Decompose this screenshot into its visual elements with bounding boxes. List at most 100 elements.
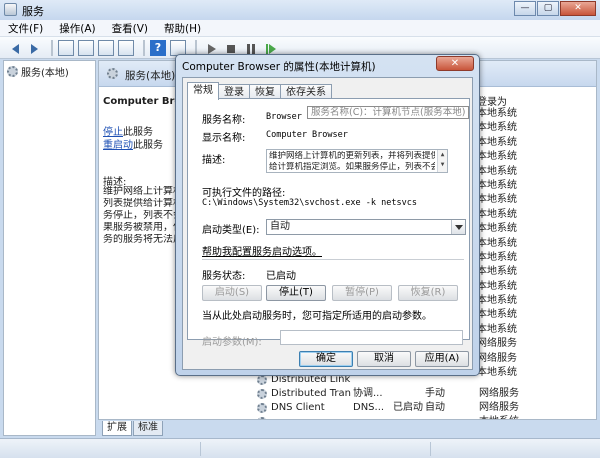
properties-icon[interactable]	[78, 39, 94, 56]
display-name-value: Computer Browser	[266, 130, 348, 140]
description-line: 给计算机指定浏览。如果服务停止，列表不会	[269, 162, 435, 172]
start-params-note: 当从此处启动服务时，您可指定所适用的启动参数。	[202, 311, 432, 322]
startup-type-select[interactable]: 自动	[266, 219, 466, 235]
toolbar-separator	[143, 39, 145, 56]
column-header-logon-as[interactable]: 登录为	[477, 93, 507, 108]
description-label: 描述:	[202, 155, 226, 166]
status-segment	[200, 442, 201, 456]
dialog-close-button[interactable]: ✕	[436, 56, 474, 71]
service-name-cell: DNS Client	[271, 402, 325, 413]
dialog-title: Computer Browser 的属性(本地计算机)	[182, 61, 376, 73]
service-name-cell: Distributed Tran...	[271, 388, 351, 399]
apply-button[interactable]: 应用(A)	[415, 351, 469, 367]
service-logon-cell: 网络服务	[479, 402, 519, 413]
status-segment	[430, 442, 431, 456]
description-line: 维护网络上计算机的更新列表，并将列表提供	[269, 151, 435, 161]
logon-as-cell: 本地系统	[477, 151, 517, 163]
tree-item-label: 服务(本地)	[21, 67, 69, 79]
tab-standard[interactable]: 标准	[133, 421, 163, 436]
pause-button[interactable]: 暂停(P)	[332, 285, 392, 301]
logon-as-cell: 本地系统	[477, 309, 517, 321]
service-logon-cell: 本地系统	[479, 415, 519, 419]
show-console-tree-icon[interactable]	[58, 39, 74, 56]
forward-arrow-icon[interactable]	[26, 40, 42, 56]
description-box[interactable]: 维护网络上计算机的更新列表，并将列表提供 给计算机指定浏览。如果服务停止，列表不…	[266, 149, 448, 173]
table-row[interactable]: 本地系统	[257, 415, 596, 419]
table-row[interactable]: Distributed Tran...协调... 手动 网络服务	[257, 387, 596, 401]
menu-action[interactable]: 操作(A)	[51, 21, 103, 36]
cancel-button[interactable]: 取消	[357, 351, 411, 367]
start-params-input[interactable]	[280, 330, 463, 345]
toolbar-separator	[51, 39, 53, 56]
tab-general[interactable]: 常规	[187, 82, 219, 100]
logon-as-cell: 本地系统	[477, 237, 517, 249]
restart-service-link-row: 重启动此服务	[103, 136, 163, 151]
logon-as-column: 本地系统 本地系统 本地系统 本地系统 本地系统 本地系统 本地系统 本地系统 本地系统 本地系统…	[477, 107, 517, 380]
logon-as-cell: 本地系统	[477, 208, 517, 220]
divider	[202, 259, 464, 260]
logon-as-cell: 本地系统	[477, 251, 517, 263]
logon-as-cell: 网络服务	[477, 352, 517, 364]
service-startup-cell: 手动	[425, 388, 445, 399]
gear-icon	[257, 417, 267, 419]
startup-type-label: 启动类型(E):	[202, 225, 260, 236]
help-icon[interactable]: ?	[150, 39, 166, 56]
tab-extended[interactable]: 扩展	[102, 421, 132, 436]
gear-icon	[257, 375, 267, 385]
close-button[interactable]: ✕	[560, 1, 596, 16]
status-bar	[0, 438, 600, 458]
logon-as-cell: 本地系统	[477, 223, 517, 235]
tree-item-services-local[interactable]: 服务(本地)	[7, 64, 69, 79]
services-app-icon	[4, 3, 17, 16]
logon-as-cell: 本地系统	[477, 194, 517, 206]
gear-icon	[7, 65, 18, 77]
menu-help[interactable]: 帮助(H)	[156, 21, 209, 36]
logon-as-cell: 本地系统	[477, 266, 517, 278]
logon-as-cell: 本地系统	[477, 295, 517, 307]
window-controls: — ▢ ✕	[513, 1, 596, 16]
menu-bar: 文件(F) 操作(A) 查看(V) 帮助(H)	[0, 20, 600, 37]
service-status-value: 已启动	[266, 271, 296, 282]
main-title-bar: 服务 — ▢ ✕	[0, 0, 600, 20]
export-list-icon[interactable]	[118, 39, 134, 56]
restart-service-link[interactable]: 重启动	[103, 140, 133, 151]
window-title: 服务	[22, 5, 44, 18]
service-name-label: 服务名称:	[202, 115, 246, 126]
logon-as-cell: 本地系统	[477, 280, 517, 292]
chevron-down-icon[interactable]	[451, 220, 465, 234]
menu-view[interactable]: 查看(V)	[104, 21, 156, 36]
startup-help-link[interactable]: 帮助我配置服务启动选项。	[202, 243, 322, 258]
tooltip: 服务名称(C)：计算机节点(服务本地)	[307, 106, 470, 119]
ok-button[interactable]: 确定	[299, 351, 353, 367]
logon-as-cell: 本地系统	[477, 165, 517, 177]
dialog-tabs: 常规 登录 恢复 依存关系	[187, 82, 332, 100]
resume-button[interactable]: 恢复(R)	[398, 285, 458, 301]
menu-file[interactable]: 文件(F)	[0, 21, 51, 36]
table-row[interactable]: DNS Client DNS... 已启动 自动 网络服务	[257, 401, 596, 415]
exe-path-label: 可执行文件的路径:	[202, 188, 286, 199]
back-arrow-icon[interactable]	[6, 40, 22, 56]
logon-as-cell: 本地系统	[477, 179, 517, 191]
logon-as-cell: 本地系统	[477, 122, 517, 134]
start-button[interactable]: 启动(S)	[202, 285, 262, 301]
service-logon-cell: 网络服务	[479, 388, 519, 399]
logon-as-cell: 本地系统	[477, 136, 517, 148]
service-name-value: Browser	[266, 112, 302, 122]
pane-header-title: 服务(本地)	[125, 70, 176, 82]
description-scrollbar[interactable]: ▲ ▼	[437, 150, 447, 172]
restart-service-suffix: 此服务	[133, 140, 163, 151]
service-status-label: 服务状态:	[202, 271, 246, 282]
gear-icon	[107, 68, 118, 79]
stop-button[interactable]: 停止(T)	[266, 285, 326, 301]
gear-icon	[257, 389, 267, 399]
minimize-button[interactable]: —	[514, 1, 536, 16]
startup-type-value: 自动	[270, 221, 290, 232]
gear-icon	[257, 403, 267, 413]
display-name-label: 显示名称:	[202, 133, 246, 144]
logon-as-cell: 本地系统	[477, 108, 517, 119]
refresh-icon[interactable]	[98, 39, 114, 56]
maximize-button[interactable]: ▢	[537, 1, 559, 16]
logon-as-cell: 本地系统	[477, 323, 517, 335]
logon-as-cell: 网络服务	[477, 338, 517, 350]
properties-dialog: Computer Browser 的属性(本地计算机) ✕ 常规 登录 恢复 依…	[175, 54, 480, 376]
